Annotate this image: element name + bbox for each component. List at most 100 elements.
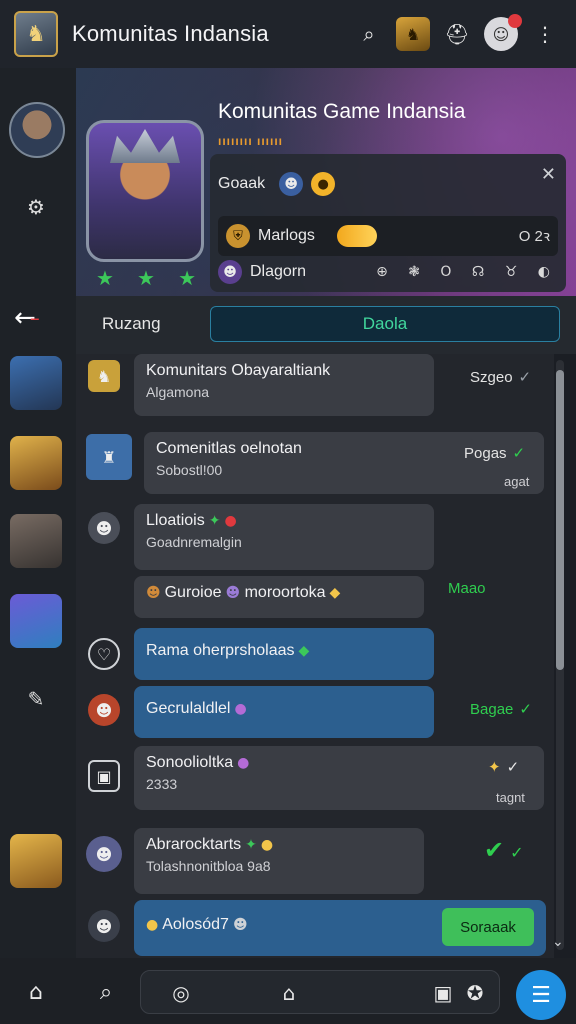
check-icon: ✓ [512, 444, 526, 462]
message-meta-text: Bagae [470, 701, 514, 718]
rating-stars: ★ ★ ★ [96, 266, 196, 290]
message-stamp: tagnt [496, 790, 525, 805]
camera-icon[interactable]: ▣ [425, 975, 461, 1011]
message-meta: ✔ ✓ [484, 836, 524, 865]
more-icon[interactable]: ⋮ [528, 17, 562, 51]
message-meta: Maao [448, 580, 486, 597]
message-text: Tolashnonitbloa 9a8 [146, 858, 271, 874]
send-button[interactable]: Soraaak [442, 908, 534, 946]
rail-settings-icon[interactable]: ⚙ [10, 180, 62, 234]
emoji-icon: ● [146, 917, 159, 933]
emoji-search-icon[interactable]: ◎ [163, 975, 199, 1011]
box-icon[interactable]: ▣ [88, 760, 120, 792]
message-title: Rama oherprsholaas ◆ [146, 642, 422, 660]
search-icon[interactable]: ⌕ [352, 17, 386, 51]
back-dash-icon: – [29, 306, 40, 330]
message-bubble[interactable]: Lloatiois ✦ ● Goadnremalgin [134, 504, 434, 570]
panel-row-marlogs[interactable]: ⛨ Marlogs O 2ꝛ [218, 216, 558, 256]
shield-icon: ⛨ [226, 224, 250, 248]
message-title-text: Sonoolioltka [146, 754, 234, 771]
hero-badge-icon[interactable]: ♞ [396, 17, 430, 51]
message-title: Gecrulaldlel ● [146, 700, 422, 718]
profile-avatar-icon[interactable]: ☺ [484, 14, 522, 51]
sparkle-icon: ✦ [245, 837, 257, 853]
community-title: Komunitas Game Indansia [218, 100, 466, 123]
composer-bar[interactable]: ◎ ⌂ ▣ ✪ [140, 970, 500, 1014]
message-title: Abrarocktarts ✦ ● [146, 836, 412, 854]
star-icon: ★ [96, 266, 114, 290]
gem-icon: ◆ [298, 643, 310, 659]
helmet-icon[interactable]: ⛑ [440, 17, 474, 51]
message-bubble[interactable]: Comenitlas oelnotan Sobostl!00 [144, 432, 544, 494]
rail-hero-1[interactable] [10, 356, 62, 410]
hero-crown-icon [110, 129, 180, 163]
tab-active[interactable]: Daola [210, 306, 560, 342]
message-title-text: Abrarocktarts [146, 836, 242, 853]
scroll-down-icon[interactable]: ⌄ [552, 934, 564, 950]
rail-user-avatar[interactable] [9, 102, 65, 158]
app-title: Komunitas Indansia [72, 21, 269, 46]
message-title-text: Lloatiois [146, 512, 205, 529]
message-title: Lloatiois ✦ ● [146, 512, 422, 530]
tab-bar: Ruzang Daola [76, 296, 576, 354]
message-bubble[interactable]: ☻ Guroioe ☻ moroortoka ◆ [134, 576, 424, 618]
panel-row-label: Dlagorn [250, 263, 307, 280]
rail-edit-icon[interactable]: ✎ [10, 672, 62, 726]
message-avatar[interactable]: ☻ [88, 512, 120, 544]
message-avatar[interactable]: ☻ [88, 910, 120, 942]
message-meta: ✦ ✓ [488, 758, 519, 776]
scrollbar[interactable] [556, 360, 564, 950]
rail-hero-4[interactable] [10, 594, 62, 648]
message-text: 2333 [146, 776, 178, 792]
panel-row-label: Marlogs [258, 227, 315, 244]
message-bubble[interactable]: Rama oherprsholaas ◆ [134, 628, 434, 680]
panel-row-stat: O 2ꝛ [518, 228, 550, 245]
scrollbar-thumb[interactable] [556, 370, 564, 670]
emoji-icon: ● [234, 701, 247, 717]
message-avatar[interactable]: ♞ [88, 360, 120, 392]
heart-icon[interactable]: ♡ [88, 638, 120, 670]
message-meta: Szgeo ✓ [470, 368, 531, 386]
hero-portrait[interactable] [86, 120, 204, 262]
check-icon: ✓ [518, 368, 532, 386]
attach-icon[interactable]: ⌂ [271, 975, 307, 1011]
message-title-text: Gecrulaldlel [146, 700, 231, 717]
message-bubble[interactable]: Abrarocktarts ✦ ● Tolashnonitbloa 9a8 [134, 828, 424, 894]
message-bubble[interactable]: Komunitars Obayaraltiank Algamona [134, 354, 434, 416]
community-subtitle: ıııııııı ıııııı [218, 134, 284, 148]
message-bubble[interactable]: Sonoolioltka ● 2333 [134, 746, 544, 810]
home-icon[interactable]: ⌂ [18, 974, 54, 1010]
member-avatar-icon: ☻ [218, 260, 242, 284]
member-avatar-icon: ☻ [279, 172, 304, 196]
message-extra-text: moroortoka [244, 584, 326, 601]
rail-hero-3[interactable] [10, 514, 62, 568]
message-text: Goadnremalgin [146, 534, 242, 550]
member-avatar-icon: ☻ [225, 585, 241, 601]
message-meta-text: Pogas [464, 445, 507, 462]
app-logo-icon[interactable]: ♞ [14, 11, 58, 57]
member-avatar-icon: ☻ [232, 917, 248, 933]
message-bubble[interactable]: Gecrulaldlel ● [134, 686, 434, 738]
message-avatar[interactable]: ☻ [86, 836, 122, 872]
message-meta-text: Szgeo [470, 369, 513, 386]
message-avatar[interactable]: ☻ [88, 694, 120, 726]
chat-fab-button[interactable]: ☰ [516, 970, 566, 1020]
message-text: Sobostl!00 [156, 462, 223, 478]
tab-rooms[interactable]: Ruzang [102, 306, 161, 342]
search-icon[interactable]: ⌕ [88, 974, 124, 1010]
check-icon: ✓ [510, 843, 524, 862]
back-button[interactable]: ← – [14, 300, 54, 336]
community-info-panel: ✕ Goaak ☻ ● ⛨ Marlogs O 2ꝛ ☻ Dlagorn ⊕ ❃… [210, 154, 566, 292]
message-title: Sonoolioltka ● [146, 754, 532, 772]
message-avatar[interactable]: ♜ [86, 434, 132, 480]
verified-check-icon: ✔ [484, 836, 505, 864]
sticker-icon[interactable]: ✪ [457, 975, 493, 1011]
app-bar: ♞ Komunitas Indansia ⌕ ♞ ⛑ ☺ ⋮ [0, 0, 576, 68]
star-icon: ★ [178, 266, 196, 290]
check-icon: ✓ [519, 700, 532, 718]
message-meta: Bagae ✓ [470, 700, 532, 718]
rail-hero-5[interactable] [10, 834, 62, 888]
emoji-icon: ● [237, 755, 250, 771]
rail-hero-2[interactable] [10, 436, 62, 490]
coin-icon: ● [311, 172, 336, 196]
